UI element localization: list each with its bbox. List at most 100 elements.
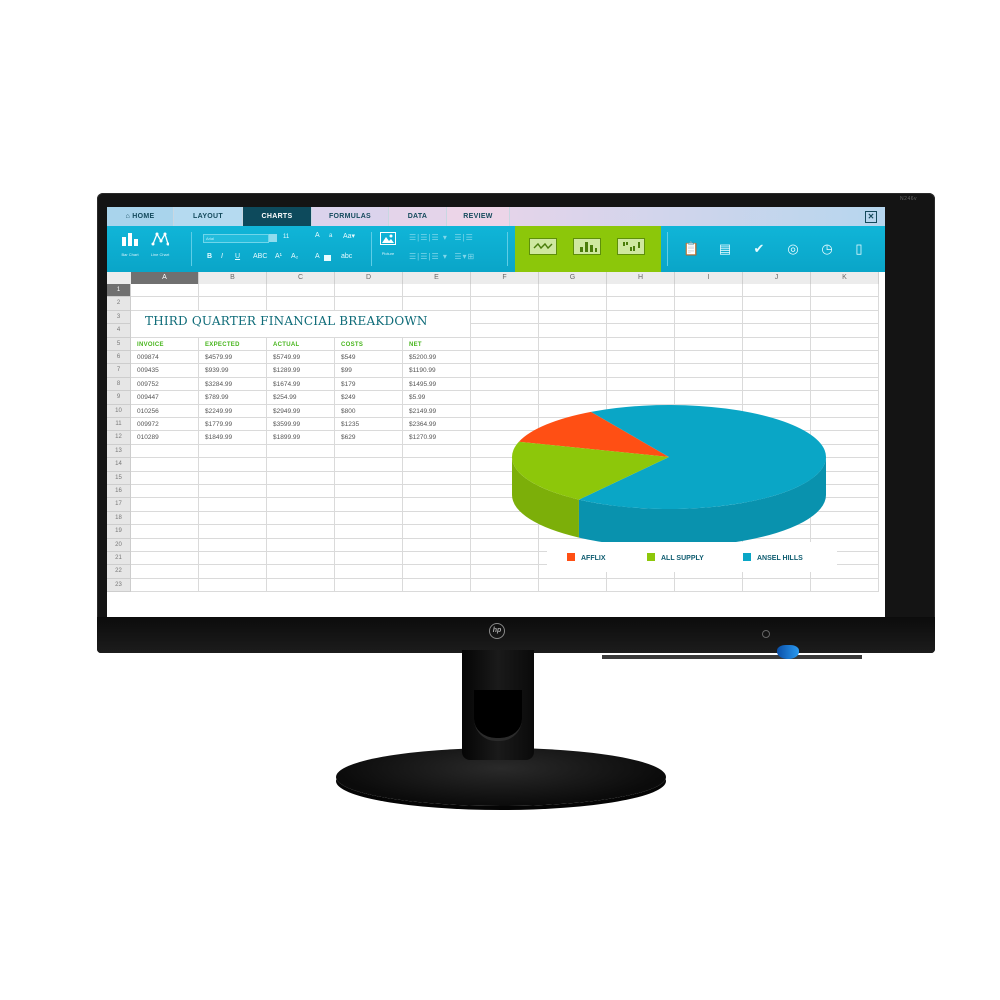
pie-chart[interactable] xyxy=(509,402,839,552)
table-cell[interactable]: $1235 xyxy=(341,421,359,428)
row-header-21[interactable]: 21 xyxy=(107,552,131,566)
column-header-j[interactable]: J xyxy=(743,272,811,284)
table-cell[interactable]: $2949.99 xyxy=(273,408,300,415)
row-header-2[interactable]: 2 xyxy=(107,297,131,311)
table-cell[interactable]: $789.99 xyxy=(205,394,229,401)
row-header-9[interactable]: 9 xyxy=(107,391,131,405)
italic-button[interactable]: I xyxy=(221,253,223,260)
close-icon[interactable]: ✕ xyxy=(865,211,877,223)
tab-home[interactable]: ⌂ HOME xyxy=(107,207,174,226)
table-cell[interactable]: $5749.99 xyxy=(273,354,300,361)
column-header-b[interactable]: B xyxy=(199,272,267,284)
table-cell[interactable]: 010256 xyxy=(137,408,159,415)
row-header-17[interactable]: 17 xyxy=(107,498,131,512)
row-header-16[interactable]: 16 xyxy=(107,485,131,499)
row-header-18[interactable]: 18 xyxy=(107,511,131,526)
table-cell[interactable]: $1674.99 xyxy=(273,381,300,388)
tab-review[interactable]: REVIEW xyxy=(447,207,510,226)
column-header-a[interactable]: A xyxy=(131,272,199,284)
table-cell[interactable]: $1779.99 xyxy=(205,421,232,428)
row-header-22[interactable]: 22 xyxy=(107,565,131,579)
table-cell[interactable]: $549 xyxy=(341,354,355,361)
row-header-7[interactable]: 7 xyxy=(107,364,131,378)
column-header-d[interactable]: D xyxy=(335,272,403,284)
sheet-title[interactable]: THIRD QUARTER FINANCIAL BREAKDOWN xyxy=(145,314,428,328)
table-cell[interactable]: 009752 xyxy=(137,381,159,388)
table-cell[interactable]: $179 xyxy=(341,381,355,388)
column-header-h[interactable]: H xyxy=(607,272,675,284)
table-cell[interactable]: $4579.99 xyxy=(205,354,232,361)
table-cell[interactable]: $5200.99 xyxy=(409,354,436,361)
table-cell[interactable]: $99 xyxy=(341,367,352,374)
tab-layout[interactable]: LAYOUT xyxy=(174,207,243,226)
row-header-10[interactable]: 10 xyxy=(107,404,131,418)
row-header-23[interactable]: 23 xyxy=(107,578,131,593)
row-header-20[interactable]: 20 xyxy=(107,538,131,552)
row-header-5[interactable]: 5 xyxy=(107,337,131,351)
grow-font-button[interactable]: A xyxy=(315,232,320,239)
row-header-6[interactable]: 6 xyxy=(107,351,131,365)
menu-joystick-button[interactable] xyxy=(777,645,799,659)
paragraph-align-icons[interactable]: ☰|☰|☰ ▾ ☰|☰ xyxy=(409,233,474,242)
table-cell[interactable]: $800 xyxy=(341,408,355,415)
font-dropdown-button[interactable] xyxy=(269,234,277,242)
table-header-actual[interactable]: ACTUAL xyxy=(273,342,299,348)
clipboard-icon[interactable]: ▤ xyxy=(717,241,733,257)
tab-charts[interactable]: CHARTS xyxy=(243,207,312,226)
row-header-8[interactable]: 8 xyxy=(107,377,131,392)
line-chart-button[interactable]: Line Chart xyxy=(147,232,173,257)
column-header-f[interactable]: F xyxy=(471,272,539,284)
table-cell[interactable]: 009874 xyxy=(137,354,159,361)
table-cell[interactable]: 009435 xyxy=(137,367,159,374)
table-cell[interactable]: $5.99 xyxy=(409,394,425,401)
table-cell[interactable]: $2149.99 xyxy=(409,408,436,415)
row-header-1[interactable]: 1 xyxy=(107,284,131,298)
tab-data[interactable]: DATA xyxy=(389,207,447,226)
row-header-11[interactable]: 11 xyxy=(107,418,131,432)
checklist-icon[interactable]: 📋 xyxy=(683,241,699,257)
bold-button[interactable]: B xyxy=(207,253,212,260)
clock-icon[interactable]: ◷ xyxy=(819,241,835,257)
checkmark-icon[interactable]: ✔ xyxy=(751,241,767,257)
change-case-button[interactable]: Aa▾ xyxy=(343,232,355,240)
row-header-12[interactable]: 12 xyxy=(107,431,131,445)
table-cell[interactable]: $2364.99 xyxy=(409,421,436,428)
highlight-button[interactable]: A xyxy=(315,253,320,260)
book-icon[interactable]: ▯ xyxy=(851,241,867,257)
picture-button[interactable]: Picture xyxy=(377,232,399,256)
table-cell[interactable]: $1270.99 xyxy=(409,434,436,441)
table-cell[interactable]: $2249.99 xyxy=(205,408,232,415)
table-cell[interactable]: $1190.99 xyxy=(409,367,436,374)
subscript-button[interactable]: A₂ xyxy=(291,253,298,260)
strikethrough-button[interactable]: ABC xyxy=(253,253,267,260)
shrink-font-button[interactable]: a xyxy=(329,233,332,239)
column-header-c[interactable]: C xyxy=(267,272,335,284)
clear-format-button[interactable]: abc xyxy=(341,253,352,260)
column-header-k[interactable]: K xyxy=(811,272,879,284)
table-cell[interactable]: $254.99 xyxy=(273,394,297,401)
tab-formulas[interactable]: FORMULAS xyxy=(312,207,389,226)
table-cell[interactable]: $1849.99 xyxy=(205,434,232,441)
table-header-expected[interactable]: EXPECTED xyxy=(205,342,240,348)
table-cell[interactable]: 009447 xyxy=(137,394,159,401)
table-cell[interactable]: $3284.99 xyxy=(205,381,232,388)
table-cell[interactable]: $249 xyxy=(341,394,355,401)
corner-cell[interactable] xyxy=(107,272,132,284)
row-header-3[interactable]: 3 xyxy=(107,310,131,325)
column-chart-type-button[interactable] xyxy=(617,238,645,255)
row-header-19[interactable]: 19 xyxy=(107,525,131,539)
column-header-e[interactable]: E xyxy=(403,272,471,284)
table-cell[interactable]: $629 xyxy=(341,434,355,441)
underline-button[interactable]: U xyxy=(235,253,240,260)
superscript-button[interactable]: A¹ xyxy=(275,253,282,260)
table-cell[interactable]: $1899.99 xyxy=(273,434,300,441)
font-size-select[interactable]: 11 xyxy=(283,234,289,240)
row-header-4[interactable]: 4 xyxy=(107,324,131,338)
row-header-14[interactable]: 14 xyxy=(107,458,131,472)
selected-cell[interactable] xyxy=(131,284,198,297)
paragraph-spacing-icons[interactable]: ☰|☰|☰ ▾ ☰▾⊞ xyxy=(409,252,475,261)
table-header-invoice[interactable]: INVOICE xyxy=(137,342,164,348)
row-header-15[interactable]: 15 xyxy=(107,471,131,485)
table-cell[interactable]: $939.99 xyxy=(205,367,229,374)
table-cell[interactable]: $3599.99 xyxy=(273,421,300,428)
